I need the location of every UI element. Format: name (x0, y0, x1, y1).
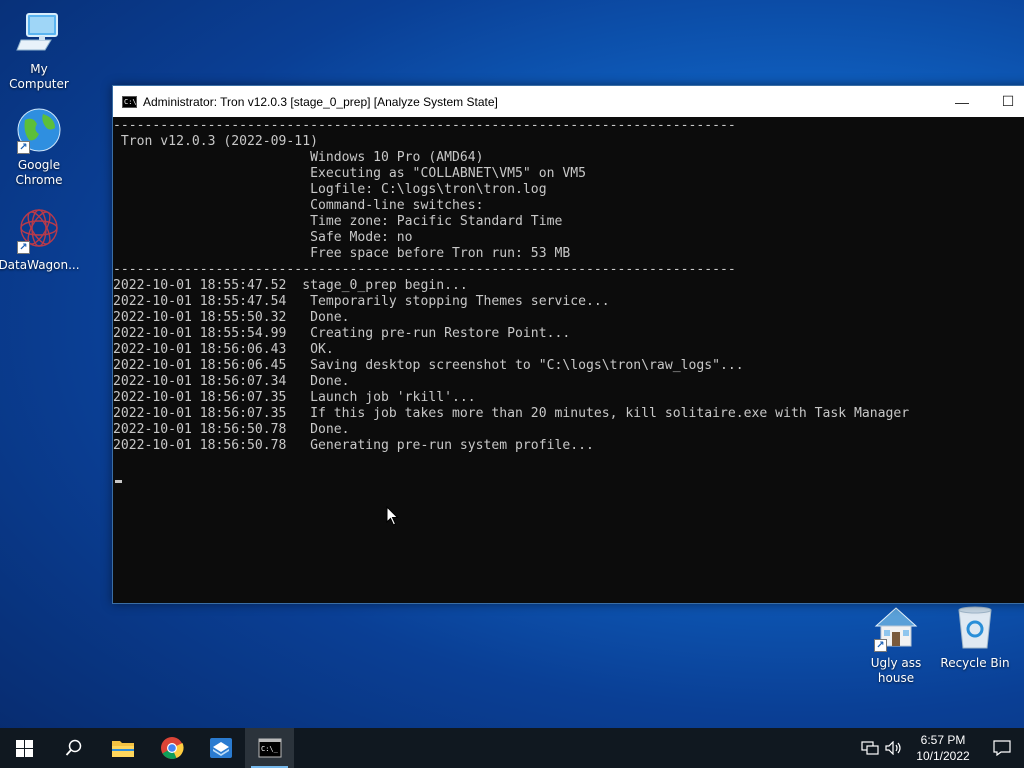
command-prompt-icon: C:\_ (258, 738, 281, 758)
windows-logo-icon (16, 739, 33, 757)
shortcut-arrow-icon: ↗ (17, 141, 30, 154)
text-cursor (115, 480, 122, 483)
console-line: Time zone: Pacific Standard Time (113, 214, 563, 229)
console-line: 2022-10-01 18:56:06.43 OK. (113, 342, 334, 357)
taskbar: C:\_ 6:57 PM 10/1/2022 (0, 728, 1024, 768)
console-line: 2022-10-01 18:55:50.32 Done. (113, 310, 350, 325)
system-tray: 6:57 PM 10/1/2022 (858, 728, 1024, 768)
console-line: Free space before Tron run: 53 MB (113, 246, 571, 261)
taskbar-file-explorer[interactable] (98, 728, 147, 768)
taskbar-app[interactable] (196, 728, 245, 768)
desktop-icon-label: My Computer (9, 62, 69, 91)
desktop-icon-my-computer[interactable]: My Computer (0, 10, 78, 92)
search-button[interactable] (49, 728, 98, 768)
chrome-icon (160, 737, 184, 759)
clock-time: 6:57 PM (920, 733, 966, 747)
console-line: Tron v12.0.3 (2022-09-11) (113, 134, 318, 149)
app-icon (209, 738, 232, 758)
console-window[interactable]: C:\_ Administrator: Tron v12.0.3 [stage_… (112, 85, 1024, 604)
shortcut-arrow-icon: ↗ (17, 241, 30, 254)
maximize-icon: ☐ (1001, 93, 1015, 109)
console-line: 2022-10-01 18:56:07.35 If this job takes… (113, 406, 910, 421)
house-icon: ↗ (872, 604, 920, 652)
console-line: Logfile: C:\logs\tron\tron.log (113, 182, 547, 197)
clock-date: 10/1/2022 (916, 749, 970, 763)
desktop-icon-recycle-bin[interactable]: Recycle Bin (936, 604, 1014, 671)
globe-icon: ↗ (15, 106, 63, 154)
window-title: Administrator: Tron v12.0.3 [stage_0_pre… (143, 94, 498, 109)
desktop-icon-datawagon[interactable]: ↗ DataWagon... (0, 206, 80, 273)
console-line: Windows 10 Pro (AMD64) (113, 150, 484, 165)
recycle-bin-icon (951, 604, 999, 652)
desktop-icon-ugly-ass-house[interactable]: ↗ Ugly ass house (857, 604, 935, 686)
console-line: Executing as "COLLABNET\VM5" on VM5 (113, 166, 586, 181)
console-line: 2022-10-01 18:56:50.78 Done. (113, 422, 350, 437)
minimize-button[interactable]: — (939, 86, 985, 117)
desktop-icon-label: DataWagon... (0, 258, 80, 272)
computer-icon (15, 10, 63, 58)
command-prompt-icon: C:\_ (122, 95, 137, 108)
svg-text:C:\_: C:\_ (261, 745, 279, 753)
taskbar-chrome[interactable] (147, 728, 196, 768)
title-bar[interactable]: C:\_ Administrator: Tron v12.0.3 [stage_… (113, 86, 1024, 117)
network-icon[interactable] (858, 741, 882, 755)
console-line: 2022-10-01 18:56:07.35 Launch job 'rkill… (113, 390, 476, 405)
minimize-icon: — (955, 93, 969, 110)
desktop-icon-label: Google Chrome (15, 158, 63, 187)
console-line: 2022-10-01 18:55:54.99 Creating pre-run … (113, 326, 571, 341)
desktop-icon-label: Ugly ass house (870, 656, 922, 685)
console-line: Command-line switches: (113, 198, 484, 213)
console-line: 2022-10-01 18:56:50.78 Generating pre-ru… (113, 438, 594, 453)
mouse-pointer-icon (386, 505, 400, 530)
taskbar-command-prompt[interactable]: C:\_ (245, 728, 294, 768)
maximize-button[interactable]: ☐ (985, 86, 1024, 117)
start-button[interactable] (0, 728, 49, 768)
console-line: Safe Mode: no (113, 230, 413, 245)
console-line: 2022-10-01 18:55:47.52 stage_0_prep begi… (113, 278, 468, 293)
console-line: 2022-10-01 18:56:06.45 Saving desktop sc… (113, 358, 744, 373)
shortcut-arrow-icon: ↗ (874, 639, 887, 652)
console-line: ----------------------------------------… (113, 118, 736, 133)
clock[interactable]: 6:57 PM 10/1/2022 (906, 732, 980, 764)
datawagon-icon: ↗ (15, 206, 63, 254)
folder-icon (111, 741, 134, 757)
console-line: 2022-10-01 18:56:07.34 Done. (113, 374, 350, 389)
desktop-icon-label: Recycle Bin (940, 656, 1010, 670)
notification-icon (993, 740, 1011, 756)
action-center-button[interactable] (980, 728, 1024, 768)
search-icon (65, 739, 81, 756)
console-output[interactable]: ----------------------------------------… (113, 117, 1024, 603)
desktop-icon-google-chrome[interactable]: ↗ Google Chrome (0, 106, 78, 188)
console-line: ----------------------------------------… (113, 262, 736, 277)
console-line: 2022-10-01 18:55:47.54 Temporarily stopp… (113, 294, 610, 309)
volume-icon[interactable] (882, 741, 906, 755)
